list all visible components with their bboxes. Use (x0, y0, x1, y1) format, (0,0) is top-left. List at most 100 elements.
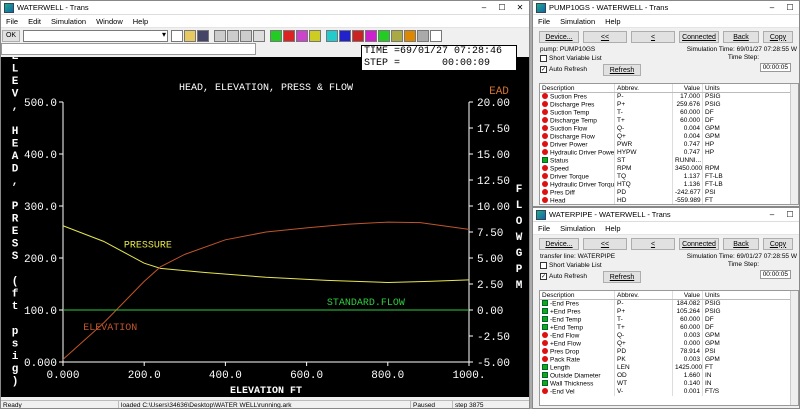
row-units: FT/S (705, 388, 720, 395)
time-step-field[interactable]: 00:00:05 (759, 63, 791, 72)
table-row[interactable]: Pres Drop PD 78.914 PSI (540, 348, 798, 356)
menu-window[interactable]: Window (91, 17, 128, 26)
menu-help[interactable]: Help (128, 17, 153, 26)
help-icon[interactable] (430, 29, 442, 42)
table-row[interactable]: Wall Thickness WT 0.140 IN (540, 380, 798, 388)
auto-refresh-checkbox[interactable]: ✓ Auto Refresh (540, 273, 587, 280)
table-row[interactable]: Pres Diff PD -242.677 PSI (540, 189, 798, 197)
menu-help[interactable]: Help (600, 224, 625, 233)
message-field[interactable] (1, 43, 256, 55)
row-description: Pres Drop (550, 348, 580, 356)
back-button[interactable]: Back (723, 238, 759, 250)
menu-file[interactable]: File (533, 17, 555, 26)
table-row[interactable]: Suction Flow Q- 0.004 GPM (540, 125, 798, 133)
paste-icon[interactable] (240, 29, 252, 42)
table-row[interactable]: Suction Temp T- 60.000 DF (540, 109, 798, 117)
table-row[interactable]: Hydraulic Driver Torque HTQ 1.136 FT-LB (540, 181, 798, 189)
table-row[interactable]: +End Flow Q+ 0.000 GPM (540, 340, 798, 348)
table-row[interactable]: -End Vel V- 0.001 FT/S (540, 388, 798, 396)
short-var-checkbox[interactable]: Short Variable List (540, 55, 602, 62)
table-row[interactable]: Driver Power PWR 0.747 HP (540, 141, 798, 149)
clock-icon[interactable] (326, 29, 338, 42)
table-row[interactable]: Length LEN 1425.000 FT (540, 364, 798, 372)
short-var-checkbox[interactable]: Short Variable List (540, 262, 602, 269)
print-icon[interactable] (253, 29, 265, 42)
plot-icon[interactable] (378, 29, 390, 42)
menu-file[interactable]: File (533, 224, 555, 233)
table-row[interactable]: Hydraulic Driver Power HYPW 0.747 HP (540, 149, 798, 157)
step-icon[interactable] (309, 29, 321, 42)
record-icon[interactable] (352, 29, 364, 42)
table-row[interactable]: Status ST RUNNI... (540, 157, 798, 165)
refresh-button[interactable]: Refresh (603, 271, 641, 283)
first-button[interactable]: << (583, 238, 627, 250)
time-step-field[interactable]: 00:00:05 (759, 270, 791, 279)
table-row[interactable]: Suction Pres P- 17.000 PSIG (540, 93, 798, 101)
table-row[interactable]: Speed RPM 3450.000 RPM (540, 165, 798, 173)
prev-button[interactable]: < (631, 31, 675, 43)
copy-button[interactable]: Copy (763, 238, 793, 250)
device-button[interactable]: Device... (539, 31, 579, 43)
maximize-icon[interactable]: ☐ (781, 1, 799, 15)
menu-edit[interactable]: Edit (23, 17, 46, 26)
table-row[interactable]: -End Temp T- 60.000 DF (540, 316, 798, 324)
command-combo[interactable] (23, 29, 168, 42)
pump-menubar: File Simulation Help (533, 15, 799, 28)
settings-icon[interactable] (417, 29, 429, 42)
table-row[interactable]: Discharge Pres P+ 259.676 PSIG (540, 101, 798, 109)
table-row[interactable]: Head HD -559.989 FT (540, 197, 798, 204)
row-value: 1425.000 (675, 364, 703, 372)
scrollbar[interactable] (790, 84, 798, 204)
trend-icon[interactable] (365, 29, 377, 42)
cut-icon[interactable] (214, 29, 226, 42)
maximize-icon[interactable]: ☐ (781, 208, 799, 222)
auto-refresh-checkbox[interactable]: ✓ Auto Refresh (540, 66, 587, 73)
minimize-icon[interactable]: – (475, 1, 493, 15)
first-button[interactable]: << (583, 31, 627, 43)
run-icon[interactable] (270, 29, 282, 42)
pause-icon[interactable] (296, 29, 308, 42)
table-row[interactable]: -End Flow Q- 0.003 GPM (540, 332, 798, 340)
status-dot-icon (542, 173, 548, 179)
table-row[interactable]: Discharge Flow Q+ 0.004 GPM (540, 133, 798, 141)
copy-button[interactable]: Copy (763, 31, 793, 43)
minimize-icon[interactable]: – (763, 1, 781, 15)
new-file-icon[interactable] (171, 29, 183, 42)
prev-button[interactable]: < (631, 238, 675, 250)
save-icon[interactable] (197, 29, 209, 42)
stop-icon[interactable] (283, 29, 295, 42)
chart-icon[interactable] (339, 29, 351, 42)
connected-button[interactable]: Connected (679, 31, 719, 43)
pipe-titlebar[interactable]: WATERPIPE - WATERWELL - Trans – ☐ (533, 208, 799, 222)
pump-titlebar[interactable]: PUMP10GS - WATERWELL - Trans – ☐ (533, 1, 799, 15)
row-units: RPM (705, 165, 720, 172)
table-row[interactable]: -End Pres P- 184.082 PSIG (540, 300, 798, 308)
scrollbar[interactable] (790, 291, 798, 405)
menu-simulation[interactable]: Simulation (555, 17, 600, 26)
table-row[interactable]: +End Pres P+ 105.264 PSIG (540, 308, 798, 316)
maximize-icon[interactable]: ☐ (493, 1, 511, 15)
table-row[interactable]: Driver Torque TQ 1.137 FT-LB (540, 173, 798, 181)
connected-button[interactable]: Connected (679, 238, 719, 250)
open-folder-icon[interactable] (184, 29, 196, 42)
copy-icon[interactable] (227, 29, 239, 42)
main-titlebar[interactable]: WATERWELL - Trans – ☐ ✕ (1, 1, 529, 15)
refresh-button[interactable]: Refresh (603, 64, 641, 76)
status-dot-icon (542, 125, 548, 131)
time-label: TIME = (364, 46, 401, 57)
device-button[interactable]: Device... (539, 238, 579, 250)
table-icon[interactable] (391, 29, 403, 42)
alarm-icon[interactable] (404, 29, 416, 42)
minimize-icon[interactable]: – (763, 208, 781, 222)
table-row[interactable]: Discharge Temp T+ 60.000 DF (540, 117, 798, 125)
menu-simulation[interactable]: Simulation (46, 17, 91, 26)
close-icon[interactable]: ✕ (511, 1, 529, 15)
table-row[interactable]: Pack Rate PK 0.003 GPM (540, 356, 798, 364)
menu-simulation[interactable]: Simulation (555, 224, 600, 233)
table-row[interactable]: +End Temp T+ 60.000 DF (540, 324, 798, 332)
table-row[interactable]: Outside Diameter OD 1.660 IN (540, 372, 798, 380)
ok-button[interactable]: OK (2, 29, 20, 42)
menu-help[interactable]: Help (600, 17, 625, 26)
back-button[interactable]: Back (723, 31, 759, 43)
menu-file[interactable]: File (1, 17, 23, 26)
